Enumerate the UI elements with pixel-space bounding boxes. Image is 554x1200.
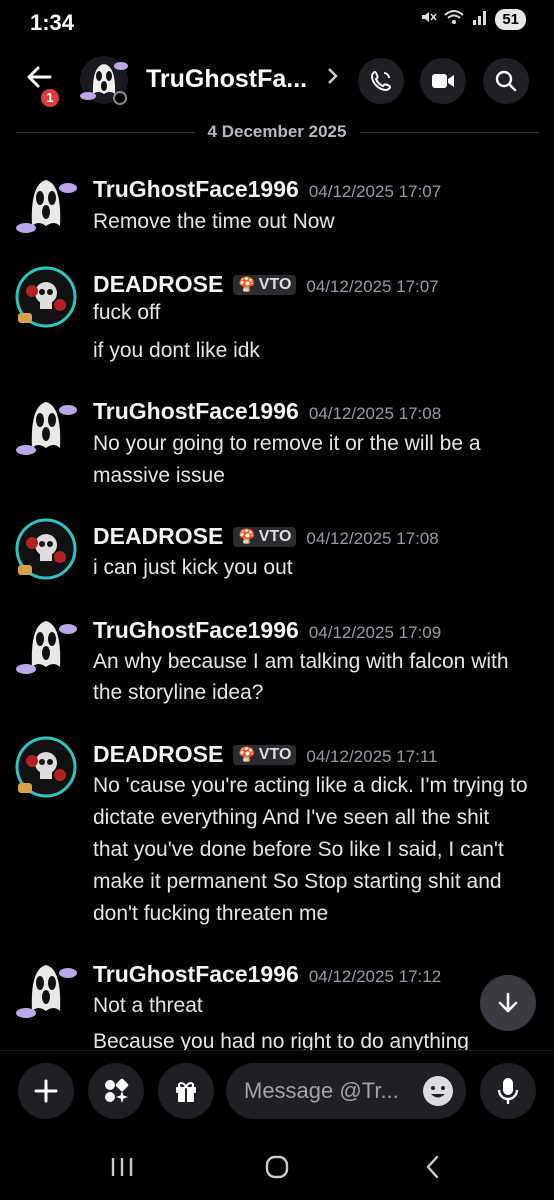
phone-icon [370, 70, 392, 92]
mute-icon [419, 8, 437, 31]
system-back-button[interactable] [412, 1152, 452, 1182]
role-tag[interactable]: 🍄 VTO [233, 274, 297, 295]
emoji-icon [423, 1076, 453, 1106]
add-attachment-button[interactable] [18, 1063, 74, 1119]
message-header: TruGhostFace1996 04/12/2025 17:12 [93, 961, 441, 988]
video-camera-icon [432, 74, 454, 88]
message-header: TruGhostFace1996 04/12/2025 17:09 [93, 617, 441, 644]
mushroom-icon: 🍄 [238, 746, 256, 762]
message-text: No your going to remove it or the will b… [93, 432, 481, 455]
plus-icon [34, 1079, 58, 1103]
message-composer: Message @Tr... [0, 1050, 554, 1134]
search-icon [495, 70, 517, 92]
message-text: Not a threat [93, 994, 203, 1017]
apps-button[interactable] [88, 1063, 144, 1119]
avatar[interactable] [78, 54, 130, 106]
timestamp: 04/12/2025 17:11 [306, 747, 438, 766]
mushroom-icon: 🍄 [238, 276, 256, 292]
role-tag[interactable]: 🍄 VTO [233, 526, 297, 547]
timestamp: 04/12/2025 17:12 [308, 967, 442, 986]
signal-icon [471, 8, 489, 31]
message-header: DEADROSE 🍄 VTO 04/12/2025 17:08 [93, 523, 439, 550]
message-text: i can just kick you out [93, 556, 293, 579]
page-title[interactable]: TruGhostFa... [146, 65, 316, 94]
username[interactable]: TruGhostFace1996 [93, 961, 299, 988]
gift-icon [176, 1082, 196, 1102]
message-text: make it permanent So Stop starting shit … [93, 870, 502, 893]
message-text: Because you had no right to do anything [93, 1030, 469, 1050]
emoji-button[interactable] [422, 1075, 454, 1107]
status-bar: 1:34 51 [0, 0, 554, 44]
role-tag-label: VTO [258, 745, 292, 763]
username[interactable]: DEADROSE [93, 271, 223, 298]
home-icon [265, 1155, 289, 1179]
chevron-left-icon [426, 1155, 439, 1179]
message-text: Remove the time out Now [93, 210, 335, 233]
divider-line [360, 131, 538, 133]
username[interactable]: DEADROSE [93, 741, 223, 768]
mushroom-icon: 🍄 [238, 528, 256, 544]
battery-indicator: 51 [495, 9, 526, 30]
avatar[interactable] [14, 392, 78, 456]
message-text: if you dont like idk [93, 339, 260, 362]
search-button[interactable] [483, 58, 529, 104]
message-header: TruGhostFace1996 04/12/2025 17:07 [93, 176, 441, 203]
video-call-button[interactable] [420, 58, 466, 104]
message-header: DEADROSE 🍄 VTO 04/12/2025 17:11 [93, 741, 438, 768]
recent-apps-icon [111, 1158, 133, 1176]
apps-icon [105, 1078, 129, 1103]
message-text: No 'cause you're acting like a dick. I'm… [93, 774, 528, 797]
message-text: An why because I am talking with falcon … [93, 650, 509, 673]
username[interactable]: DEADROSE [93, 523, 223, 550]
timestamp: 04/12/2025 17:09 [308, 623, 442, 642]
message-text: fuck off [93, 301, 161, 324]
role-tag-label: VTO [258, 275, 292, 293]
message-input[interactable]: Message @Tr... [226, 1063, 466, 1119]
status-time: 1:34 [30, 10, 75, 35]
username[interactable]: TruGhostFace1996 [93, 398, 299, 425]
microphone-icon [497, 1078, 519, 1104]
message-input-placeholder: Message @Tr... [244, 1078, 399, 1103]
date-divider-label: 4 December 2025 [207, 122, 347, 141]
chevron-right-icon[interactable] [326, 66, 340, 92]
home-button[interactable] [257, 1152, 297, 1182]
message-header: DEADROSE 🍄 VTO 04/12/2025 17:07 [93, 271, 439, 298]
timestamp: 04/12/2025 17:07 [306, 277, 439, 296]
timestamp: 04/12/2025 17:08 [306, 529, 439, 548]
message-text: massive issue [93, 464, 225, 487]
status-icons: 51 [419, 8, 526, 31]
username[interactable]: TruGhostFace1996 [93, 617, 299, 644]
message-text: that you've done before So like I said, … [93, 838, 504, 861]
avatar[interactable] [14, 517, 78, 581]
recent-apps-button[interactable] [102, 1152, 142, 1182]
gift-button[interactable] [158, 1063, 214, 1119]
wifi-icon [443, 8, 465, 31]
chat-header: 1 TruGhostFa... [0, 50, 554, 110]
arrow-down-icon [498, 992, 518, 1013]
message[interactable]: TruGhostFace1996 04/12/2025 17:12 Not a … [0, 955, 554, 1050]
role-tag-label: VTO [258, 527, 292, 545]
message-header: TruGhostFace1996 04/12/2025 17:08 [93, 398, 441, 425]
scroll-to-bottom-button[interactable] [480, 975, 536, 1031]
avatar[interactable] [14, 611, 78, 675]
date-divider: 4 December 2025 [16, 121, 538, 143]
voice-message-button[interactable] [480, 1063, 536, 1119]
call-button[interactable] [358, 58, 404, 104]
message-text: dictate everything And I've seen all the… [93, 806, 490, 829]
username[interactable]: TruGhostFace1996 [93, 176, 299, 203]
role-tag[interactable]: 🍄 VTO [233, 744, 297, 765]
message-text: don't fucking threaten me [93, 902, 329, 925]
timestamp: 04/12/2025 17:07 [308, 182, 442, 201]
divider-line [16, 131, 194, 133]
system-navigation-bar [0, 1134, 554, 1200]
avatar[interactable] [14, 265, 78, 329]
timestamp: 04/12/2025 17:08 [308, 404, 442, 423]
avatar[interactable] [14, 735, 78, 799]
avatar[interactable] [14, 955, 78, 1019]
message-text: the storyline idea? [93, 681, 264, 704]
notification-badge: 1 [38, 86, 62, 110]
avatar[interactable] [14, 170, 78, 234]
